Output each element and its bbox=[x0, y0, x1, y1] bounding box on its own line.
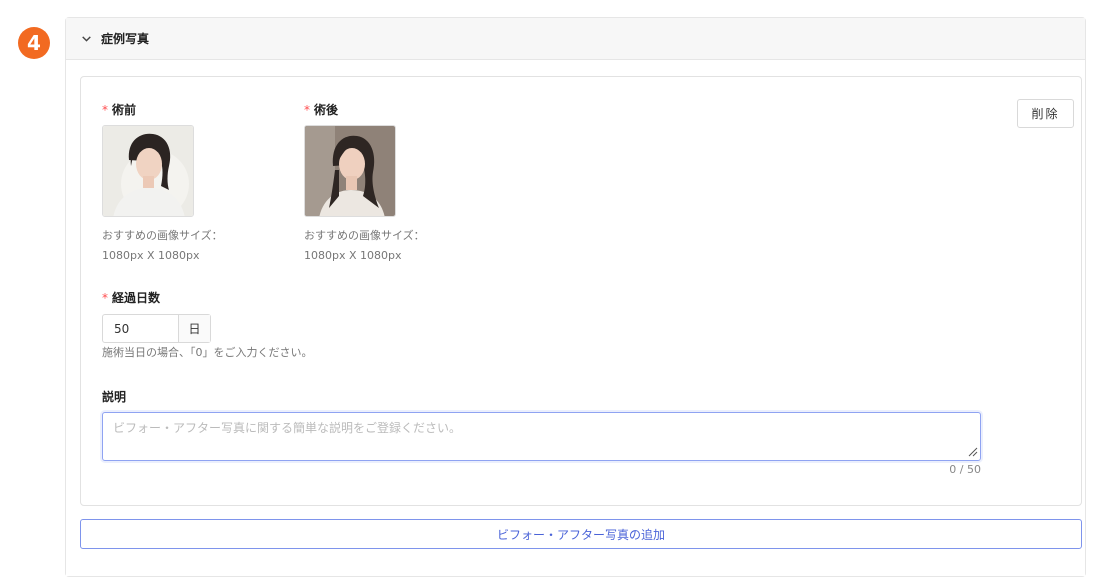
after-label-text: 術後 bbox=[314, 103, 339, 117]
description-label: 説明 bbox=[102, 390, 127, 404]
chevron-down-icon[interactable] bbox=[80, 32, 93, 45]
elapsed-days-input[interactable] bbox=[103, 315, 178, 342]
add-before-after-button[interactable]: ビフォー・アフター写真の追加 bbox=[80, 519, 1082, 549]
elapsed-days-label: * 経過日数 bbox=[102, 289, 160, 306]
elapsed-days-label-text: 経過日数 bbox=[112, 291, 161, 305]
before-label-text: 術前 bbox=[112, 103, 137, 117]
before-size-hint-2: 1080px X 1080px bbox=[102, 249, 200, 262]
panel-header[interactable]: 症例写真 bbox=[66, 18, 1085, 60]
elapsed-days-input-group: 日 bbox=[102, 314, 211, 343]
section-title: 症例写真 bbox=[101, 32, 150, 46]
delete-button[interactable]: 削除 bbox=[1017, 99, 1074, 128]
resize-handle-icon[interactable] bbox=[966, 445, 978, 457]
panel-body: * 術前 おすすめの画像サイズ： 1080px X 1080px * 術後 おす… bbox=[66, 60, 1085, 576]
after-photo[interactable] bbox=[304, 125, 396, 217]
before-photo[interactable] bbox=[102, 125, 194, 217]
character-counter: 0 / 50 bbox=[949, 463, 981, 476]
elapsed-days-hint: 施術当日の場合、「0」をご入力ください。 bbox=[102, 346, 313, 359]
description-textarea[interactable] bbox=[102, 412, 981, 461]
elapsed-days-unit: 日 bbox=[178, 315, 210, 342]
after-size-hint-2: 1080px X 1080px bbox=[304, 249, 402, 262]
before-label: * 術前 bbox=[102, 101, 136, 118]
after-photo-image bbox=[305, 126, 395, 216]
before-photo-image bbox=[103, 126, 193, 216]
required-mark: * bbox=[102, 291, 108, 305]
after-size-hint-1: おすすめの画像サイズ： bbox=[304, 229, 425, 242]
required-mark: * bbox=[102, 103, 108, 117]
before-after-card: * 術前 おすすめの画像サイズ： 1080px X 1080px * 術後 おす… bbox=[80, 76, 1082, 506]
after-label: * 術後 bbox=[304, 101, 338, 118]
step-number-badge: 4 bbox=[18, 27, 50, 59]
case-photos-panel: 症例写真 * 術前 おすすめの画像サイズ： 1080px X 1080px * … bbox=[65, 17, 1086, 577]
required-mark: * bbox=[304, 103, 310, 117]
before-size-hint-1: おすすめの画像サイズ： bbox=[102, 229, 223, 242]
